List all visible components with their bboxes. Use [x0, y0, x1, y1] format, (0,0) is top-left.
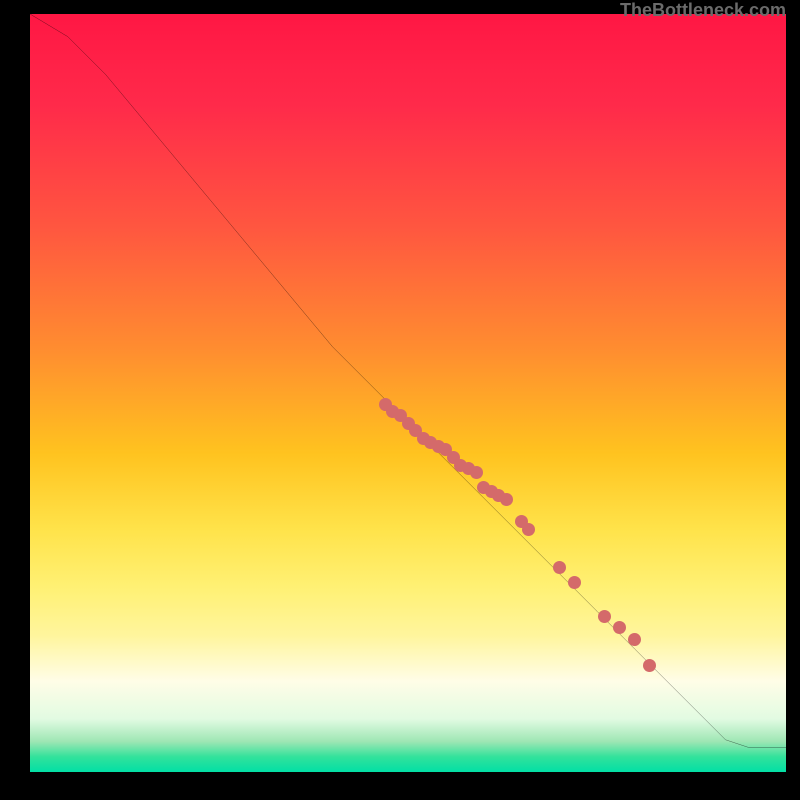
chart-point: [568, 576, 581, 589]
chart-point: [613, 621, 626, 634]
chart-point: [628, 633, 641, 646]
chart-stage: TheBottleneck.com: [0, 0, 800, 800]
watermark-text: TheBottleneck.com: [620, 0, 786, 21]
chart-plot-area: [30, 14, 786, 772]
chart-point: [598, 610, 611, 623]
chart-point: [553, 561, 566, 574]
chart-point: [470, 466, 483, 479]
chart-point: [643, 659, 656, 672]
chart-points-layer: [30, 14, 786, 772]
chart-point: [500, 493, 513, 506]
chart-point: [522, 523, 535, 536]
